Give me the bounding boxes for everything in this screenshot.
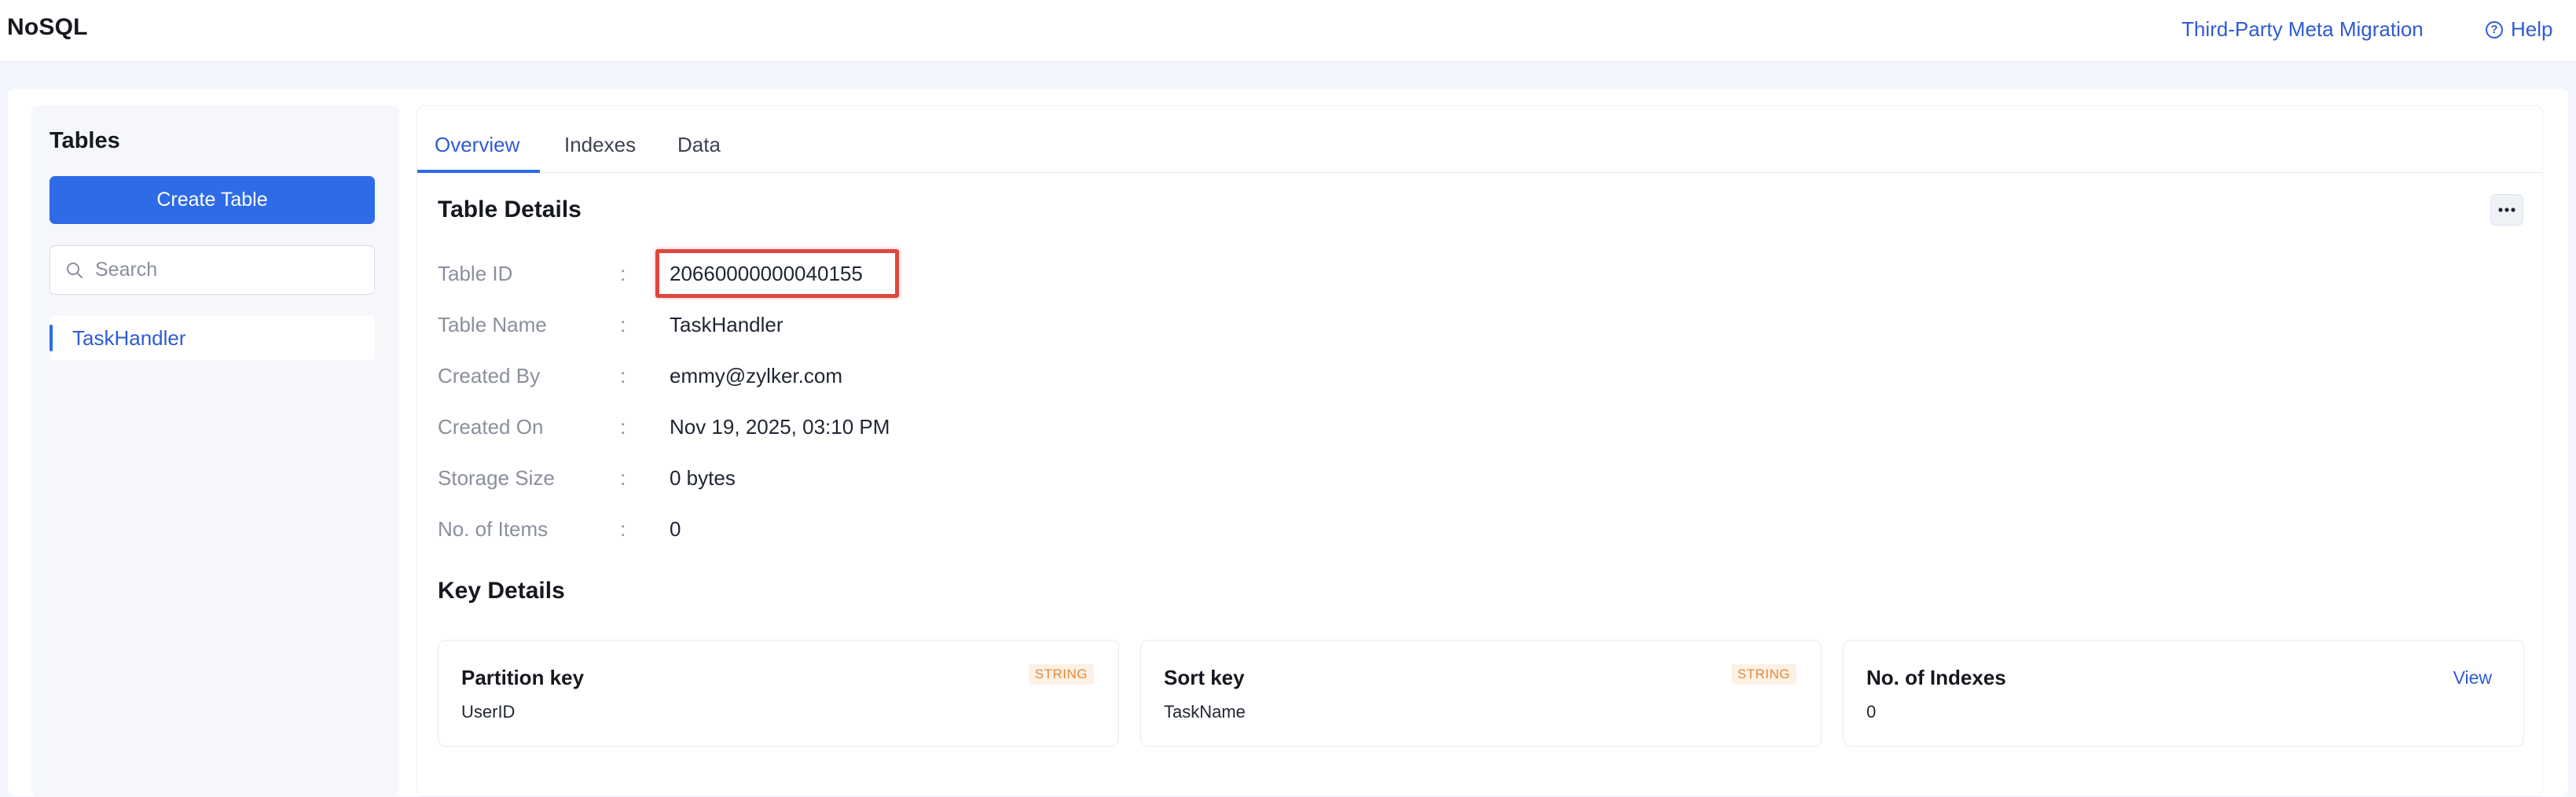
detail-label-table-name: Table Name [438,313,547,336]
tables-heading: Tables [50,128,120,153]
table-details-title: Table Details [438,196,582,222]
table-id-value: 20660000000040155 [670,262,863,285]
sidebar-item-label: TaskHandler [72,326,186,350]
tabs-divider [417,172,2542,173]
tab-indexes[interactable]: Indexes [564,133,636,157]
storage-size-value: 0 bytes [670,466,736,490]
active-tab-indicator [417,170,540,173]
table-name-value: TaskHandler [670,313,783,336]
partition-key-value: UserID [461,702,516,722]
detail-separator: : [620,313,626,336]
sort-key-card: Sort key STRING TaskName [1140,640,1822,747]
index-count-card: No. of Indexes View 0 [1843,640,2524,747]
more-options-button[interactable] [2490,194,2523,226]
tab-overview[interactable]: Overview [435,133,519,157]
detail-separator: : [620,364,626,387]
more-horizontal-icon [2498,208,2515,212]
partition-key-title: Partition key [461,666,585,689]
detail-separator: : [620,415,626,439]
index-count-title: No. of Indexes [1866,666,2006,689]
tab-data[interactable]: Data [677,133,721,157]
created-by-value: emmy@zylker.com [670,364,842,387]
created-on-value: Nov 19, 2025, 03:10 PM [670,415,890,439]
key-details-title: Key Details [438,578,565,604]
view-indexes-link[interactable]: View [2453,667,2492,689]
search-field[interactable] [50,245,375,295]
sort-key-title: Sort key [1164,666,1245,689]
partition-key-card: Partition key STRING UserID [438,640,1119,747]
detail-separator: : [620,517,626,541]
sidebar-item-taskhandler[interactable]: TaskHandler [50,316,375,360]
help-link[interactable]: ? Help [2486,17,2552,42]
type-badge: STRING [1028,664,1094,685]
detail-separator: : [620,466,626,490]
search-input[interactable] [94,258,364,282]
index-count-value: 0 [1866,702,1877,722]
detail-label-created-on: Created On [438,415,544,439]
sort-key-value: TaskName [1164,702,1246,722]
top-bar: NoSQL Third-Party Meta Migration ? Help [0,0,2576,62]
detail-label-storage-size: Storage Size [438,466,555,490]
active-indicator [50,325,53,351]
app-title: NoSQL [7,14,88,40]
search-icon [64,259,86,281]
detail-separator: : [620,262,626,285]
detail-label-item-count: No. of Items [438,517,549,541]
help-circle-icon: ? [2486,20,2503,39]
detail-label-table-id: Table ID [438,262,513,285]
type-badge: STRING [1730,664,1796,685]
create-table-button[interactable]: Create Table [50,176,375,224]
help-label: Help [2511,17,2553,41]
item-count-value: 0 [670,517,681,541]
detail-label-created-by: Created By [438,364,541,387]
third-party-migration-link[interactable]: Third-Party Meta Migration [2182,17,2424,42]
